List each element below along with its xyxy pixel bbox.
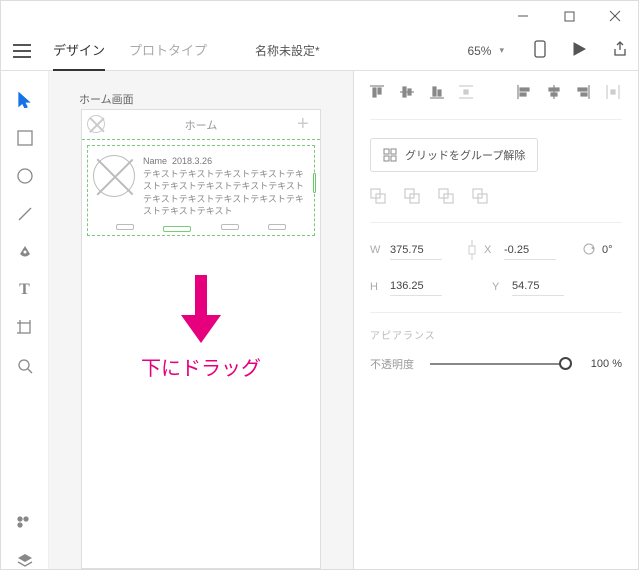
- appearance-title: アピアランス: [370, 327, 622, 342]
- align-vcenter-icon[interactable]: [400, 85, 416, 101]
- tab-design[interactable]: デザイン: [53, 30, 105, 71]
- app-header: デザイン プロトタイプ 名称未設定* 65% ▾: [1, 31, 638, 71]
- artboard-title: ホーム: [185, 117, 218, 133]
- repeat-grid-selection[interactable]: Name 2018.3.26 テキストテキストテキストテキストテキストテキストテ…: [87, 145, 315, 236]
- document-title: 名称未設定*: [255, 42, 320, 59]
- align-top-icon[interactable]: [370, 85, 386, 101]
- artboard-tool-icon[interactable]: [16, 319, 34, 337]
- height-input[interactable]: 136.25: [390, 277, 442, 296]
- pathop-intersect-icon: [438, 188, 454, 204]
- zoom-select[interactable]: 65% ▾: [467, 44, 504, 58]
- window-titlebar: [1, 1, 638, 31]
- lock-aspect-icon[interactable]: [468, 237, 476, 263]
- window-maximize[interactable]: [546, 1, 592, 31]
- avatar-placeholder-icon: [93, 155, 135, 197]
- card-date: 2018.3.26: [172, 156, 212, 166]
- close-circle-icon: [87, 115, 105, 133]
- play-icon[interactable]: [572, 42, 586, 59]
- mode-tabs: デザイン プロトタイプ: [53, 30, 207, 71]
- window-minimize[interactable]: [500, 1, 546, 31]
- y-input[interactable]: 54.75: [512, 277, 564, 296]
- properties-panel: グリッドをグループ解除 W 375.75 X -0.25 0°: [353, 71, 638, 569]
- artboard-name[interactable]: ホーム画面: [79, 91, 134, 107]
- menu-icon[interactable]: [11, 44, 33, 58]
- width-input[interactable]: 375.75: [390, 241, 442, 260]
- pathop-subtract-icon: [404, 188, 420, 204]
- repeat-grid-bottom-handles: [93, 222, 309, 230]
- ungroup-grid-button[interactable]: グリッドをグループ解除: [370, 138, 538, 172]
- zoom-value: 65%: [467, 44, 491, 58]
- opacity-label: 不透明度: [370, 356, 420, 372]
- list-item: Name 2018.3.26 テキストテキストテキストテキストテキストテキストテ…: [93, 151, 309, 222]
- height-label: H: [370, 281, 384, 293]
- align-hcenter-icon[interactable]: [547, 85, 563, 101]
- assets-icon[interactable]: [16, 513, 34, 531]
- artboard[interactable]: ホーム + Name 2018.3.26 テキストテキストテキストテキストテキス…: [81, 109, 321, 569]
- card-name: Name: [143, 156, 167, 166]
- align-left-icon[interactable]: [517, 85, 533, 101]
- pen-tool-icon[interactable]: [16, 243, 34, 261]
- select-tool-icon[interactable]: [16, 91, 34, 109]
- x-label: X: [484, 244, 498, 256]
- canvas[interactable]: ホーム画面 ホーム + Name 2018.3.26 テキストテキストテキストテ…: [49, 71, 353, 569]
- chevron-down-icon: ▾: [499, 45, 504, 56]
- align-right-icon[interactable]: [576, 85, 592, 101]
- resize-handle-right[interactable]: [313, 173, 316, 193]
- plus-icon: +: [297, 115, 315, 133]
- rotate-icon[interactable]: [582, 242, 596, 259]
- align-row: [370, 85, 622, 120]
- y-label: Y: [492, 281, 506, 293]
- opacity-slider-knob[interactable]: [559, 357, 572, 370]
- pathop-union-icon: [370, 188, 386, 204]
- drag-hint: 下にドラッグ: [82, 275, 320, 381]
- x-input[interactable]: -0.25: [504, 241, 556, 260]
- zoom-tool-icon[interactable]: [16, 357, 34, 375]
- share-icon[interactable]: [612, 41, 628, 60]
- path-ops-row: [370, 188, 622, 204]
- align-bottom-icon[interactable]: [430, 85, 446, 101]
- opacity-value[interactable]: 100 %: [582, 358, 622, 370]
- window-close[interactable]: [592, 1, 638, 31]
- ellipse-tool-icon[interactable]: [16, 167, 34, 185]
- rectangle-tool-icon[interactable]: [16, 129, 34, 147]
- opacity-row: 不透明度 100 %: [370, 356, 622, 372]
- tab-prototype[interactable]: プロトタイプ: [129, 30, 207, 71]
- tool-sidebar: T: [1, 71, 49, 569]
- artboard-header: ホーム +: [82, 110, 320, 140]
- opacity-slider[interactable]: [430, 363, 572, 365]
- text-tool-icon[interactable]: T: [16, 281, 34, 299]
- distribute-v-icon: [459, 85, 475, 101]
- device-preview-icon[interactable]: [534, 40, 546, 61]
- line-tool-icon[interactable]: [16, 205, 34, 223]
- grid-icon: [383, 148, 397, 162]
- arrow-down-icon: [179, 275, 223, 348]
- card-body-text: テキストテキストテキストテキストテキストテキストテキストテキストテキストテキスト…: [143, 168, 309, 218]
- rotation-input[interactable]: 0°: [602, 241, 630, 259]
- resize-handle-bottom[interactable]: [163, 226, 191, 232]
- pathop-exclude-icon: [472, 188, 488, 204]
- width-label: W: [370, 244, 384, 256]
- layers-icon[interactable]: [16, 551, 34, 569]
- distribute-h-icon: [606, 85, 622, 101]
- ungroup-grid-label: グリッドをグループ解除: [405, 147, 525, 163]
- drag-hint-label: 下にドラッグ: [141, 352, 261, 381]
